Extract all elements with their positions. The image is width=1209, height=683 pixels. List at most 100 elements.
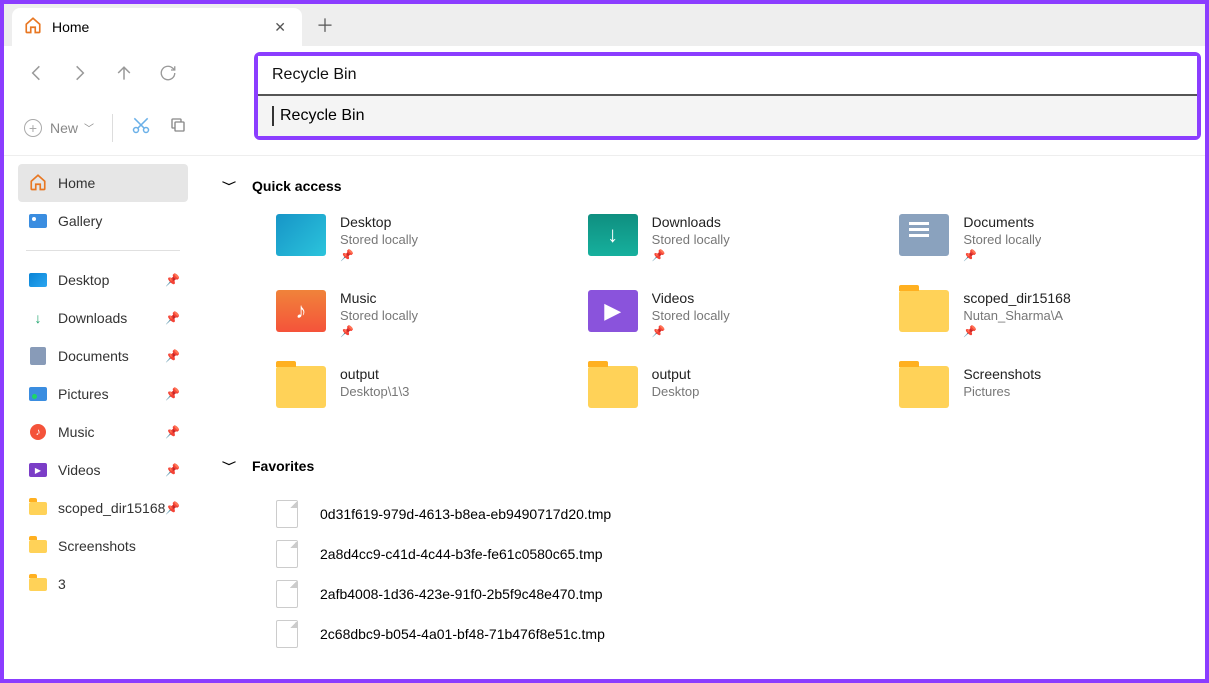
up-button[interactable] xyxy=(102,51,146,95)
sidebar-item[interactable]: ♪Music📌 xyxy=(18,413,188,451)
item-subtitle: Stored locally xyxy=(340,308,418,323)
folder-icon xyxy=(276,214,326,256)
title-bar: Home ✕ ＋ xyxy=(4,4,1205,46)
plus-icon: + xyxy=(24,119,42,137)
address-input[interactable] xyxy=(258,56,1197,96)
item-name: Music xyxy=(340,290,418,306)
pin-icon: 📌 xyxy=(165,349,180,363)
item-subtitle: Stored locally xyxy=(652,308,730,323)
copy-icon[interactable] xyxy=(169,116,187,139)
pin-icon: 📌 xyxy=(165,273,180,287)
quick-access-item[interactable]: DocumentsStored locally📌 xyxy=(899,214,1191,276)
pin-icon: 📌 xyxy=(340,325,418,338)
item-name: scoped_dir15168 xyxy=(963,290,1070,306)
sidebar-item-label: Pictures xyxy=(58,386,109,402)
chevron-down-icon: ﹀ xyxy=(222,459,236,473)
gallery-icon xyxy=(29,214,47,228)
folder-icon xyxy=(899,366,949,408)
pictures-icon xyxy=(29,387,47,401)
item-subtitle: Desktop xyxy=(652,384,700,399)
item-name: output xyxy=(652,366,700,382)
quick-access-item[interactable]: ♪ Music Stored locally 📌 xyxy=(276,290,568,352)
add-tab-button[interactable]: ＋ xyxy=(302,12,348,38)
item-name: Desktop xyxy=(340,214,418,230)
back-button[interactable] xyxy=(14,51,58,95)
address-suggestion[interactable]: Recycle Bin xyxy=(258,96,1197,136)
sidebar-item[interactable]: 3 xyxy=(18,565,188,603)
sidebar-item[interactable]: Documents📌 xyxy=(18,337,188,375)
content-area: ﹀ Quick access DesktopStored locally📌↓Do… xyxy=(202,156,1205,679)
cut-icon[interactable] xyxy=(131,115,151,140)
sidebar-item-label: Desktop xyxy=(58,272,109,288)
folder-icon xyxy=(899,290,949,332)
file-name: 2a8d4cc9-c41d-4c44-b3fe-fe61c0580c65.tmp xyxy=(320,546,603,562)
sidebar-divider xyxy=(26,250,180,251)
sidebar: HomeGallery Desktop📌↓Downloads📌Documents… xyxy=(4,156,202,679)
pin-icon: 📌 xyxy=(652,249,730,262)
quick-access-item[interactable]: output Desktop xyxy=(588,366,880,428)
sidebar-item-label: Music xyxy=(58,424,95,440)
suggestion-text: Recycle Bin xyxy=(280,107,364,125)
folder-icon xyxy=(29,578,47,591)
folder-icon: ↓ xyxy=(588,214,638,256)
pin-icon: 📌 xyxy=(165,387,180,401)
item-subtitle: Nutan_Sharma\A xyxy=(963,308,1070,323)
favorite-item[interactable]: 2a8d4cc9-c41d-4c44-b3fe-fe61c0580c65.tmp xyxy=(276,534,1191,574)
file-icon xyxy=(276,500,298,528)
item-name: output xyxy=(340,366,409,382)
sidebar-item-label: Downloads xyxy=(58,310,127,326)
item-subtitle: Stored locally xyxy=(340,232,418,247)
new-button[interactable]: + New ﹀ xyxy=(24,119,94,137)
quick-access-item[interactable]: outputDesktop\1\3 xyxy=(276,366,568,428)
toolbar-separator xyxy=(112,114,113,142)
folder-icon: ♪ xyxy=(276,290,326,332)
sidebar-item[interactable]: Desktop 📌 xyxy=(18,261,188,299)
quick-access-item[interactable]: Desktop Stored locally 📌 xyxy=(276,214,568,276)
item-name: Videos xyxy=(652,290,730,306)
tab-home[interactable]: Home ✕ xyxy=(12,8,302,46)
sidebar-item-home[interactable]: Home xyxy=(18,164,188,202)
item-name: Screenshots xyxy=(963,366,1041,382)
file-icon xyxy=(276,540,298,568)
sidebar-item-label: Videos xyxy=(58,462,101,478)
sidebar-item-label: Home xyxy=(58,175,95,191)
sidebar-item[interactable]: ↓Downloads📌 xyxy=(18,299,188,337)
favorite-item[interactable]: 0d31f619-979d-4613-b8ea-eb9490717d20.tmp xyxy=(276,494,1191,534)
refresh-button[interactable] xyxy=(146,51,190,95)
favorites-header[interactable]: ﹀ Favorites xyxy=(222,456,1191,476)
favorite-item[interactable]: 2c68dbc9-b054-4a01-bf48-71b476f8e51c.tmp xyxy=(276,614,1191,654)
home-icon xyxy=(29,173,47,194)
pin-icon: 📌 xyxy=(165,463,180,477)
pin-icon: 📌 xyxy=(340,249,418,262)
sidebar-item[interactable]: scoped_dir15168📌 xyxy=(18,489,188,527)
sidebar-item[interactable]: Pictures 📌 xyxy=(18,375,188,413)
desktop-icon xyxy=(29,273,47,287)
pin-icon: 📌 xyxy=(165,501,180,515)
sidebar-item[interactable]: Screenshots xyxy=(18,527,188,565)
sidebar-item-label: scoped_dir15168 xyxy=(58,500,165,516)
close-tab-button[interactable]: ✕ xyxy=(270,15,290,40)
quick-access-item[interactable]: scoped_dir15168Nutan_Sharma\A📌 xyxy=(899,290,1191,352)
pin-icon: 📌 xyxy=(165,311,180,325)
favorite-item[interactable]: 2afb4008-1d36-423e-91f0-2b5f9c48e470.tmp xyxy=(276,574,1191,614)
file-name: 2c68dbc9-b054-4a01-bf48-71b476f8e51c.tmp xyxy=(320,626,605,642)
forward-button[interactable] xyxy=(58,51,102,95)
sidebar-item-label: Gallery xyxy=(58,213,102,229)
sidebar-item-gallery[interactable]: Gallery xyxy=(18,202,188,240)
tab-title: Home xyxy=(52,19,270,35)
quick-access-item[interactable]: ScreenshotsPictures xyxy=(899,366,1191,428)
quick-access-label: Quick access xyxy=(252,178,342,194)
sidebar-item[interactable]: ▶Videos📌 xyxy=(18,451,188,489)
home-icon xyxy=(24,16,42,39)
quick-access-item[interactable]: ↓DownloadsStored locally📌 xyxy=(588,214,880,276)
folder-icon: ▶ xyxy=(588,290,638,332)
quick-access-header[interactable]: ﹀ Quick access xyxy=(222,176,1191,196)
item-name: Documents xyxy=(963,214,1041,230)
quick-access-item[interactable]: ▶VideosStored locally📌 xyxy=(588,290,880,352)
pin-icon: 📌 xyxy=(165,425,180,439)
documents-icon xyxy=(30,347,46,365)
sidebar-item-label: Screenshots xyxy=(58,538,136,554)
favorites-label: Favorites xyxy=(252,458,314,474)
folder-icon xyxy=(899,214,949,256)
text-cursor xyxy=(272,106,274,126)
